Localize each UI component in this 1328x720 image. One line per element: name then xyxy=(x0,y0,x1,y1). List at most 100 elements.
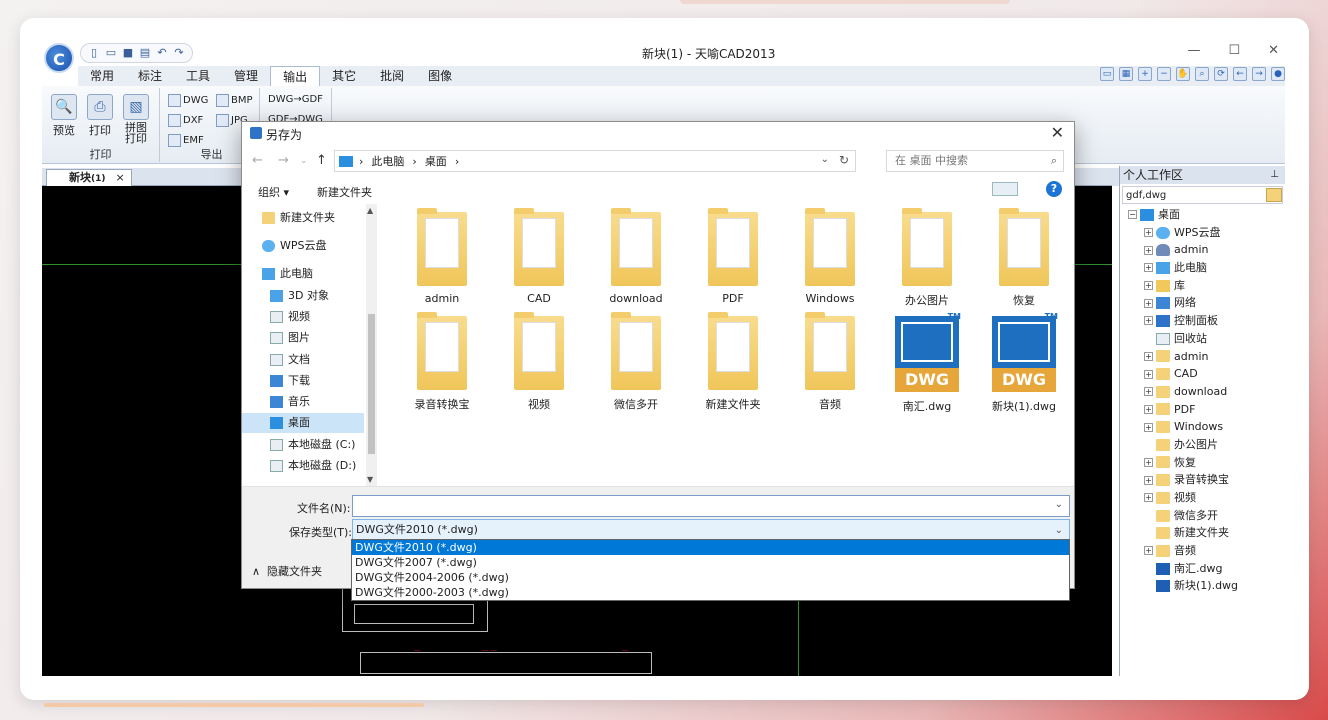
menu-item[interactable]: 其它 xyxy=(320,66,368,86)
tree-expander-icon[interactable]: + xyxy=(1144,228,1153,238)
pin-icon[interactable]: ⊥ xyxy=(1270,166,1279,184)
back-icon[interactable]: ← xyxy=(1233,67,1247,81)
help-icon[interactable]: ? xyxy=(1046,181,1062,197)
new-file-icon[interactable]: ▯ xyxy=(87,46,101,60)
folder-item[interactable]: 新建文件夹 xyxy=(693,312,773,412)
nav-item[interactable]: WPS云盘 xyxy=(242,236,364,256)
tab-scroll[interactable] xyxy=(1112,168,1119,186)
tree-expander-icon[interactable]: + xyxy=(1144,316,1153,326)
address-dropdown-icon[interactable]: ⌄ xyxy=(821,154,829,165)
tree-expander-icon[interactable]: + xyxy=(1144,404,1153,414)
filename-dropdown-icon[interactable]: ⌄ xyxy=(1055,499,1063,510)
folder-item[interactable]: Windows xyxy=(790,208,870,305)
dwg-to-gdf-button[interactable]: DWG→GDF xyxy=(268,94,323,105)
tree-expander-icon[interactable]: + xyxy=(1144,457,1153,467)
tree-expander-icon[interactable]: + xyxy=(1144,351,1153,361)
tree-item[interactable]: + admin xyxy=(1120,241,1285,259)
export-bmp-button[interactable]: BMP xyxy=(216,94,253,107)
tree-item[interactable]: + WPS云盘 xyxy=(1120,224,1285,242)
address-bar[interactable]: › 此电脑 › 桌面 › ⌄ ↻ xyxy=(334,150,856,172)
undo-icon[interactable]: ↶ xyxy=(155,46,169,60)
scroll-thumb[interactable] xyxy=(368,314,375,454)
nav-item[interactable]: 音乐 xyxy=(242,392,364,412)
dwg-file-item[interactable]: TM DWG 南汇.dwg xyxy=(887,312,967,414)
folder-item[interactable]: 微信多开 xyxy=(596,312,676,412)
panel-search-field[interactable]: gdf,dwg xyxy=(1122,186,1283,204)
new-folder-button[interactable]: 新建文件夹 xyxy=(317,184,372,200)
menu-item[interactable]: 图像 xyxy=(416,66,464,86)
folder-item[interactable]: 恢复 xyxy=(984,208,1064,308)
tree-item[interactable]: 新块(1).dwg xyxy=(1120,577,1285,595)
close-icon[interactable]: ✕ xyxy=(1268,43,1279,58)
folder-browse-icon[interactable] xyxy=(1266,188,1282,202)
nav-item[interactable]: 新建文件夹 xyxy=(242,208,364,228)
forward-arrow-icon[interactable]: → xyxy=(278,153,289,168)
filetype-option[interactable]: DWG文件2004-2006 (*.dwg) xyxy=(352,570,1069,585)
globe-icon[interactable]: ● xyxy=(1271,67,1285,81)
breadcrumb-desktop[interactable]: 桌面 xyxy=(425,153,447,169)
zoom-out-icon[interactable]: − xyxy=(1157,67,1171,81)
tree-item[interactable]: 微信多开 xyxy=(1120,507,1285,525)
filetype-select[interactable]: DWG文件2010 (*.dwg) ⌄ xyxy=(352,519,1070,541)
tree-item[interactable]: + 控制面板 xyxy=(1120,312,1285,330)
nav-scrollbar[interactable]: ▲ ▼ xyxy=(366,204,377,486)
folder-item[interactable]: admin xyxy=(402,208,482,305)
save-icon[interactable]: ■ xyxy=(121,46,135,60)
menu-item[interactable]: 工具 xyxy=(174,66,222,86)
scroll-up-icon[interactable]: ▲ xyxy=(367,206,373,215)
filetype-option[interactable]: DWG文件2000-2003 (*.dwg) xyxy=(352,585,1069,600)
print-button[interactable]: ⎙ 打印 xyxy=(82,94,118,138)
export-dwg-button[interactable]: DWG xyxy=(168,94,208,107)
tree-item[interactable]: + download xyxy=(1120,383,1285,401)
app-logo[interactable]: C xyxy=(44,43,74,73)
menu-item[interactable]: 输出 xyxy=(270,66,321,86)
back-arrow-icon[interactable]: ← xyxy=(252,153,263,168)
folder-item[interactable]: download xyxy=(596,208,676,305)
tree-expander-icon[interactable]: + xyxy=(1144,387,1153,397)
tree-item[interactable]: + Windows xyxy=(1120,418,1285,436)
redo-icon[interactable]: ↷ xyxy=(172,46,186,60)
menu-item[interactable]: 常用 xyxy=(78,66,126,86)
menu-item[interactable]: 批阅 xyxy=(368,66,416,86)
filetype-dropdown-icon[interactable]: ⌄ xyxy=(1055,521,1063,541)
dialog-close-icon[interactable]: ✕ xyxy=(1051,123,1064,142)
menu-item[interactable]: 标注 xyxy=(126,66,174,86)
hide-folders-button[interactable]: ∧ 隐藏文件夹 xyxy=(252,563,322,579)
tree-item[interactable]: + admin xyxy=(1120,348,1285,366)
nav-item[interactable]: 本地磁盘 (C:) xyxy=(242,435,364,455)
tree-item[interactable]: + 恢复 xyxy=(1120,454,1285,472)
tree-item[interactable]: − 桌面 xyxy=(1120,206,1285,224)
tree-item[interactable]: + 库 xyxy=(1120,277,1285,295)
zoom-in-icon[interactable]: + xyxy=(1138,67,1152,81)
tree-item[interactable]: 南汇.dwg xyxy=(1120,560,1285,578)
tree-item[interactable]: 办公图片 xyxy=(1120,436,1285,454)
nav-item[interactable]: 下载 xyxy=(242,371,364,391)
nav-item[interactable]: 文档 xyxy=(242,350,364,370)
folder-item[interactable]: CAD xyxy=(499,208,579,305)
tree-item[interactable]: + 此电脑 xyxy=(1120,259,1285,277)
recent-dropdown-icon[interactable]: ⌄ xyxy=(300,156,308,166)
scroll-down-icon[interactable]: ▼ xyxy=(367,475,373,484)
zoom-realtime-icon[interactable]: ⌕ xyxy=(1195,67,1209,81)
tree-item[interactable]: + 网络 xyxy=(1120,294,1285,312)
tree-item[interactable]: + 视频 xyxy=(1120,489,1285,507)
tree-expander-icon[interactable]: + xyxy=(1144,263,1153,273)
refresh-icon[interactable]: ↻ xyxy=(839,153,849,167)
tree-expander-icon[interactable]: + xyxy=(1144,475,1153,485)
maximize-icon[interactable]: ☐ xyxy=(1228,43,1240,58)
preview-button[interactable]: 🔍 预览 xyxy=(46,94,82,138)
breadcrumb-this-pc[interactable]: 此电脑 xyxy=(371,153,404,169)
forward-icon[interactable]: → xyxy=(1252,67,1266,81)
nav-item[interactable]: 3D 对象 xyxy=(242,286,364,306)
tree-item[interactable]: + 录音转换宝 xyxy=(1120,471,1285,489)
tree-item[interactable]: + 音频 xyxy=(1120,542,1285,560)
doc-tab-close-icon[interactable]: × xyxy=(116,171,125,184)
dialog-search-input[interactable]: 在 桌面 中搜索 ⌕ xyxy=(886,150,1064,172)
print-icon[interactable]: ▤ xyxy=(138,46,152,60)
filename-input[interactable]: ⌄ xyxy=(352,495,1070,517)
folder-item[interactable]: PDF xyxy=(693,208,773,305)
pan-icon[interactable]: ✋ xyxy=(1176,67,1190,81)
doc-tab-active[interactable]: 新块(1) × xyxy=(46,169,132,186)
nav-item[interactable]: 桌面 xyxy=(242,413,364,433)
folder-item[interactable]: 录音转换宝 xyxy=(402,312,482,412)
